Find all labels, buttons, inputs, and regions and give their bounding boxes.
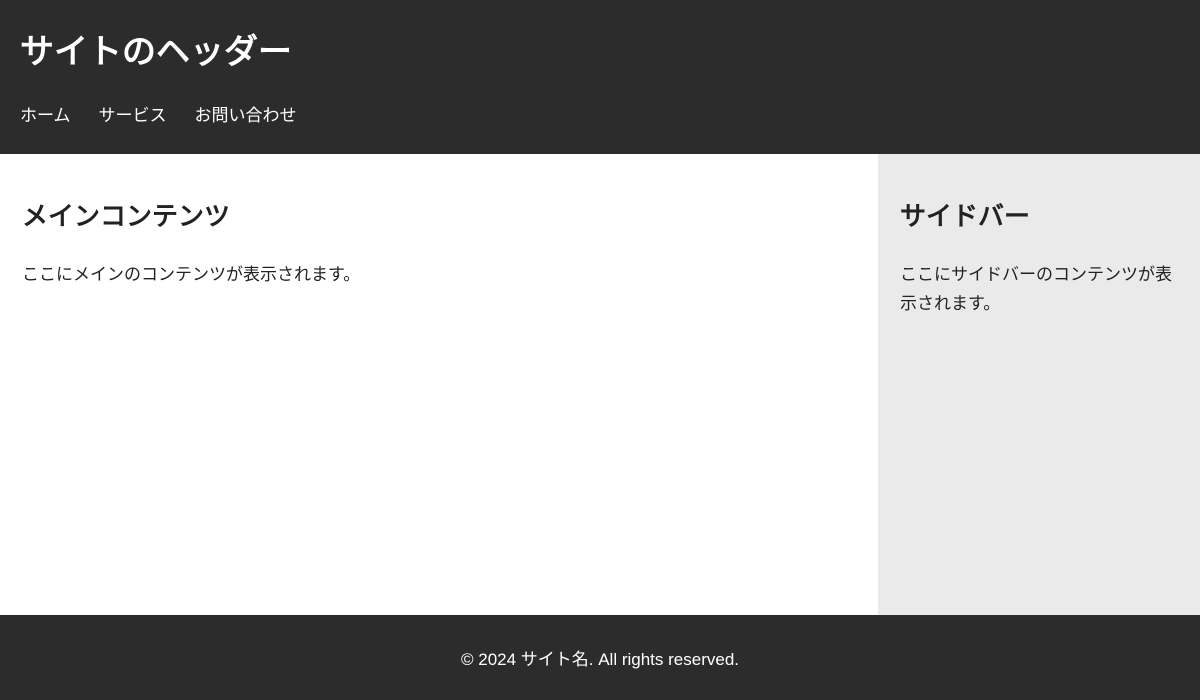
site-footer: © 2024 サイト名. All rights reserved. (0, 615, 1200, 700)
sidebar: サイドバー ここにサイドバーのコンテンツが表示されます。 (878, 154, 1200, 615)
page-root: サイトのヘッダー ホーム サービス お問い合わせ メインコンテンツ ここにメイン… (0, 0, 1200, 700)
nav-link-home[interactable]: ホーム (20, 106, 71, 125)
sidebar-body-text: ここにサイドバーのコンテンツが表示されます。 (900, 261, 1178, 319)
site-header: サイトのヘッダー ホーム サービス お問い合わせ (0, 0, 1200, 154)
main-content: メインコンテンツ ここにメインのコンテンツが表示されます。 (0, 154, 878, 615)
nav-link-contact[interactable]: お問い合わせ (195, 106, 297, 125)
main-body-text: ここにメインのコンテンツが表示されます。 (22, 261, 856, 288)
site-title: サイトのヘッダー (20, 24, 1180, 73)
footer-text: © 2024 サイト名. All rights reserved. (20, 645, 1180, 670)
sidebar-heading: サイドバー (900, 196, 1178, 233)
primary-nav: ホーム サービス お問い合わせ (20, 101, 1180, 126)
nav-link-services[interactable]: サービス (99, 106, 167, 125)
main-heading: メインコンテンツ (22, 196, 856, 233)
content-container: メインコンテンツ ここにメインのコンテンツが表示されます。 サイドバー ここにサ… (0, 154, 1200, 615)
